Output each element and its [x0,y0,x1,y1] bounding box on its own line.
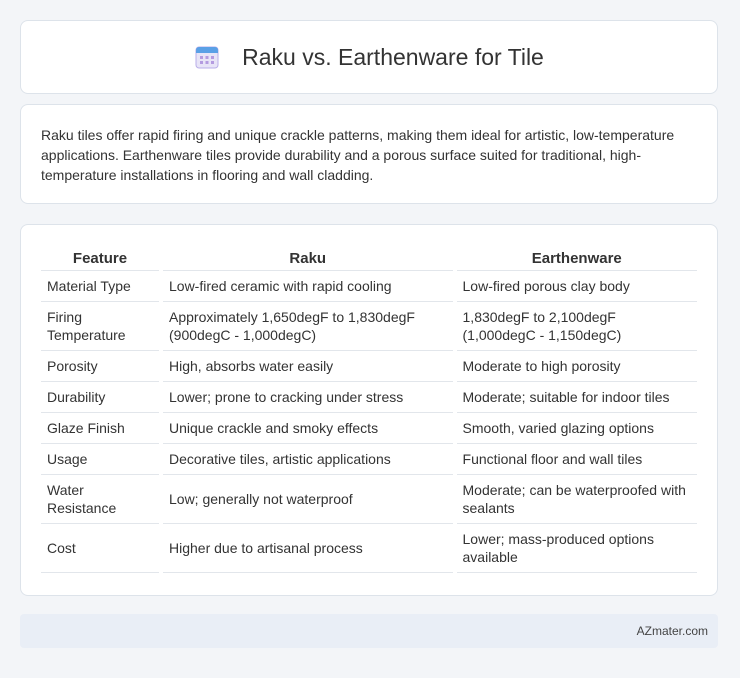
raku-cell: Decorative tiles, artistic applications [163,444,453,475]
table-row: Water Resistance Low; generally not wate… [41,475,697,524]
column-header-earthenware: Earthenware [456,245,697,271]
comparison-table: Feature Raku Earthenware Material Type L… [37,245,701,573]
feature-cell: Cost [41,524,159,573]
earthenware-cell: Moderate to high porosity [456,351,697,382]
raku-cell: Low; generally not waterproof [163,475,453,524]
column-header-feature: Feature [41,245,159,271]
table-row: Usage Decorative tiles, artistic applica… [41,444,697,475]
feature-cell: Firing Temperature [41,302,159,351]
raku-cell: Unique crackle and smoky effects [163,413,453,444]
calendar-icon [195,46,219,69]
column-header-raku: Raku [163,245,453,271]
footer-brand[interactable]: AZmater.com [637,624,708,638]
raku-cell: Higher due to artisanal process [163,524,453,573]
table-row: Firing Temperature Approximately 1,650de… [41,302,697,351]
table-row: Glaze Finish Unique crackle and smoky ef… [41,413,697,444]
intro-card: Raku tiles offer rapid firing and unique… [20,104,718,204]
feature-cell: Glaze Finish [41,413,159,444]
table-row: Porosity High, absorbs water easily Mode… [41,351,697,382]
page-title: Raku vs. Earthenware for Tile [242,43,544,70]
table-row: Cost Higher due to artisanal process Low… [41,524,697,573]
header-card: Raku vs. Earthenware for Tile [20,20,718,94]
feature-cell: Durability [41,382,159,413]
earthenware-cell: Moderate; can be waterproofed with seala… [456,475,697,524]
comparison-table-card: Feature Raku Earthenware Material Type L… [20,224,718,596]
earthenware-cell: Low-fired porous clay body [456,271,697,302]
intro-text: Raku tiles offer rapid firing and unique… [41,127,675,183]
earthenware-cell: Smooth, varied glazing options [456,413,697,444]
feature-cell: Usage [41,444,159,475]
earthenware-cell: Lower; mass-produced options available [456,524,697,573]
raku-cell: High, absorbs water easily [163,351,453,382]
table-row: Durability Lower; prone to cracking unde… [41,382,697,413]
table-header-row: Feature Raku Earthenware [41,245,697,271]
raku-cell: Approximately 1,650degF to 1,830degF (90… [163,302,453,351]
earthenware-cell: 1,830degF to 2,100degF (1,000degC - 1,15… [456,302,697,351]
earthenware-cell: Moderate; suitable for indoor tiles [456,382,697,413]
earthenware-cell: Functional floor and wall tiles [456,444,697,475]
feature-cell: Porosity [41,351,159,382]
feature-cell: Water Resistance [41,475,159,524]
footer-bar: AZmater.com [20,614,718,648]
table-row: Material Type Low-fired ceramic with rap… [41,271,697,302]
feature-cell: Material Type [41,271,159,302]
raku-cell: Low-fired ceramic with rapid cooling [163,271,453,302]
raku-cell: Lower; prone to cracking under stress [163,382,453,413]
